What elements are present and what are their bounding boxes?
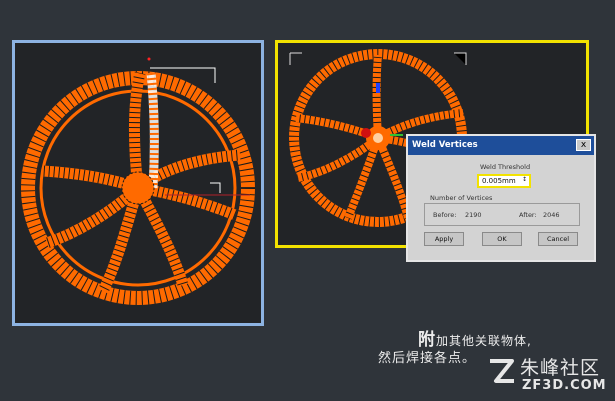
weld-threshold-label: Weld Threshold <box>480 163 531 171</box>
before-value: 2190 <box>465 211 482 219</box>
watermark: 朱峰社区 ZF3D.COM <box>486 353 611 398</box>
close-icon[interactable]: x <box>576 139 591 151</box>
cancel-button[interactable]: Cancel <box>538 232 578 246</box>
after-value: 2046 <box>543 211 560 219</box>
ok-button[interactable]: OK <box>482 232 522 246</box>
brand-name-en: ZF3D.COM <box>522 378 607 393</box>
before-label: Before: <box>433 211 457 219</box>
brand-name-cn: 朱峰社区 <box>520 357 601 379</box>
wheel-wireframe-left <box>21 57 255 305</box>
apply-button[interactable]: Apply <box>424 232 464 246</box>
dialog-title: Weld Vertices <box>412 140 478 150</box>
dialog-titlebar[interactable]: Weld Vertices <box>408 136 594 155</box>
left-viewport[interactable] <box>12 40 264 326</box>
weld-vertices-dialog: Weld Vertices x Weld Threshold 0.005mm ↕… <box>406 134 596 262</box>
vertex-count-group-label: Number of Vertices <box>430 194 493 202</box>
caption-line-2: 然后焊接各点。 <box>378 351 477 366</box>
spinner-icon[interactable]: ↕ <box>522 176 527 183</box>
logo-mark-icon <box>490 359 514 383</box>
after-label: After: <box>519 211 537 219</box>
weld-threshold-value: 0.005mm <box>482 177 516 185</box>
caption-line-1-text: 加其他关联物体, <box>436 334 532 348</box>
weld-threshold-input[interactable]: 0.005mm ↕ <box>477 174 531 188</box>
vertex-count-group: Before: 2190 After: 2046 <box>424 203 580 226</box>
